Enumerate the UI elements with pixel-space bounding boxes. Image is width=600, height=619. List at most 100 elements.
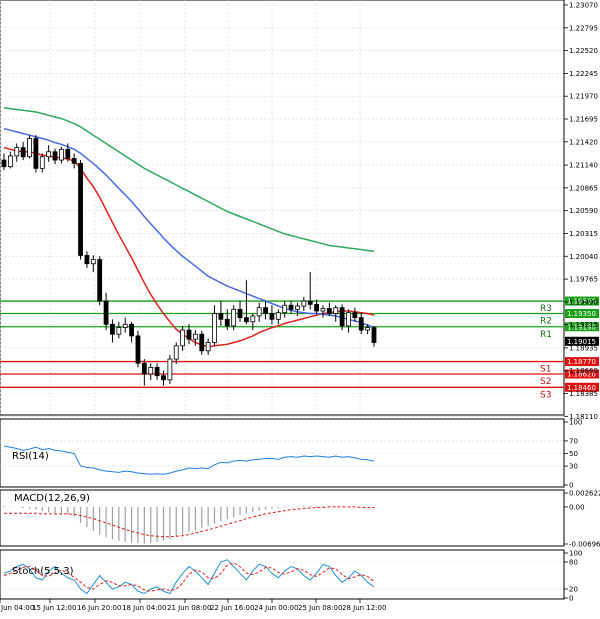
candle-bearish — [326, 308, 332, 314]
candle-bearish — [103, 300, 109, 325]
candle-bullish — [122, 323, 128, 328]
candle-bearish — [78, 162, 83, 256]
time-tick-label: 18 Jun 04:00 — [122, 604, 166, 612]
candle-bearish — [371, 327, 377, 343]
candle-bearish — [84, 255, 90, 265]
price-tick-label: 1.22245 — [569, 70, 598, 78]
price-tick-label: 1.21970 — [569, 93, 598, 101]
candle-bearish — [161, 375, 166, 381]
candle-bullish — [301, 300, 307, 307]
price-tick-label: 1.22520 — [569, 47, 598, 55]
level-label-r2: R2 — [540, 316, 552, 326]
rsi-line — [3, 445, 375, 475]
candle-bullish — [39, 156, 45, 169]
macd-tick-label: 0.00 — [569, 503, 585, 511]
gridlines — [0, 0, 564, 417]
candle-bullish — [320, 308, 326, 312]
macd-tick-label: 0.002622 — [569, 490, 600, 498]
candle-bearish — [244, 317, 249, 323]
candle-bullish — [250, 315, 256, 323]
candle-bearish — [141, 362, 147, 375]
stoch-panel: 10080 200 — [0, 550, 582, 603]
candle-bullish — [333, 307, 339, 314]
candle-bullish — [59, 148, 64, 161]
candle-bearish — [307, 300, 313, 305]
forex-chart: R31.19500R21.19350R11.19190S11.18770S21.… — [0, 0, 600, 612]
candle-bullish — [167, 358, 173, 381]
candle-bullish — [295, 305, 300, 310]
level-label-s3: S3 — [540, 390, 551, 400]
candle-bearish — [1, 159, 7, 168]
candle-bullish — [180, 329, 186, 347]
macd-title: MACD(12,26,9) — [14, 493, 90, 504]
candle-bearish — [288, 304, 294, 310]
candle-bullish — [7, 155, 13, 168]
price-tick-label: 1.19215 — [569, 321, 598, 329]
candle-bullish — [231, 308, 237, 327]
candle-bullish — [346, 312, 351, 327]
candle-bearish — [237, 308, 243, 319]
level-label-r3: R3 — [540, 304, 552, 314]
price-panel-frame — [0, 0, 565, 416]
candle-bearish — [199, 333, 205, 352]
price-tick-label: 1.23070 — [569, 2, 598, 10]
candle-bearish — [135, 335, 141, 364]
time-tick-label: 28 Jun 12:00 — [342, 604, 386, 612]
candle-bullish — [256, 307, 262, 317]
price-tick-label: 1.18385 — [569, 390, 598, 398]
candle-bearish — [186, 329, 192, 340]
rsi-tick-label: 70 — [569, 437, 578, 445]
moving-average-1 — [3, 146, 375, 348]
candle-bearish — [154, 366, 160, 377]
level-tag-r2: 1.19350 — [567, 310, 596, 318]
candle-bearish — [224, 318, 230, 327]
candle-bearish — [358, 317, 364, 331]
rsi-title: RSI(14) — [12, 451, 49, 462]
rsi-tick-label: 50 — [569, 450, 578, 458]
stoch-tick-label: 80 — [569, 559, 578, 567]
price-tick-label: 1.21420 — [569, 138, 598, 146]
time-tick-label: Jun 04:00 — [0, 604, 34, 612]
candle-bullish — [14, 147, 20, 157]
time-tick-label: 24 Jun 00:00 — [254, 604, 298, 612]
candle-bearish — [20, 147, 26, 158]
time-tick-label: 16 Jun 20:00 — [77, 604, 121, 612]
price-tick-label: 1.19765 — [569, 276, 598, 284]
candle-bullish — [173, 345, 179, 360]
rsi-panel-frame — [0, 418, 565, 488]
candle-bullish — [205, 342, 211, 352]
candle-bullish — [365, 327, 371, 331]
candle-bearish — [33, 138, 39, 169]
macd-tick-label: -0.006966 — [569, 541, 600, 549]
price-tick-label: 1.18660 — [569, 367, 598, 375]
rsi-tick-label: 0 — [569, 482, 573, 490]
price-tick-label: 1.19490 — [569, 298, 598, 306]
candle-bullish — [27, 138, 32, 158]
time-tick-label: 22 Jun 16:00 — [210, 604, 254, 612]
candle-bullish — [148, 366, 154, 375]
level-tag-s1: 1.18770 — [567, 358, 596, 366]
time-tick-label: 21 Jun 08:00 — [167, 604, 211, 612]
candle-bullish — [116, 327, 122, 335]
candle-bullish — [212, 313, 217, 343]
candle-bullish — [282, 304, 288, 314]
candle-bearish — [71, 158, 77, 164]
candle-bearish — [352, 312, 358, 319]
level-label-s2: S2 — [540, 377, 551, 387]
rsi-panel: 100 70 50 30 0 — [0, 419, 582, 490]
candle-bearish — [129, 323, 134, 337]
candle-bearish — [97, 259, 103, 302]
time-tick-label: 15 Jun 12:00 — [32, 604, 76, 612]
candle-bearish — [65, 148, 71, 159]
candle-bearish — [218, 313, 224, 320]
stoch-tick-label: 0 — [569, 595, 573, 603]
moving-average-3 — [3, 107, 375, 253]
stoch-tick-label: 20 — [569, 586, 578, 594]
level-label-r1: R1 — [540, 330, 552, 340]
rsi-tick-label: 30 — [569, 463, 578, 471]
price-tick-label: 1.21140 — [569, 162, 598, 170]
rsi-tick-label: 100 — [569, 419, 582, 427]
price-tick-label: 1.20040 — [569, 253, 598, 261]
time-tick-label: 25 Jun 08:00 — [298, 604, 342, 612]
price-tick-label: 1.20865 — [569, 184, 598, 192]
